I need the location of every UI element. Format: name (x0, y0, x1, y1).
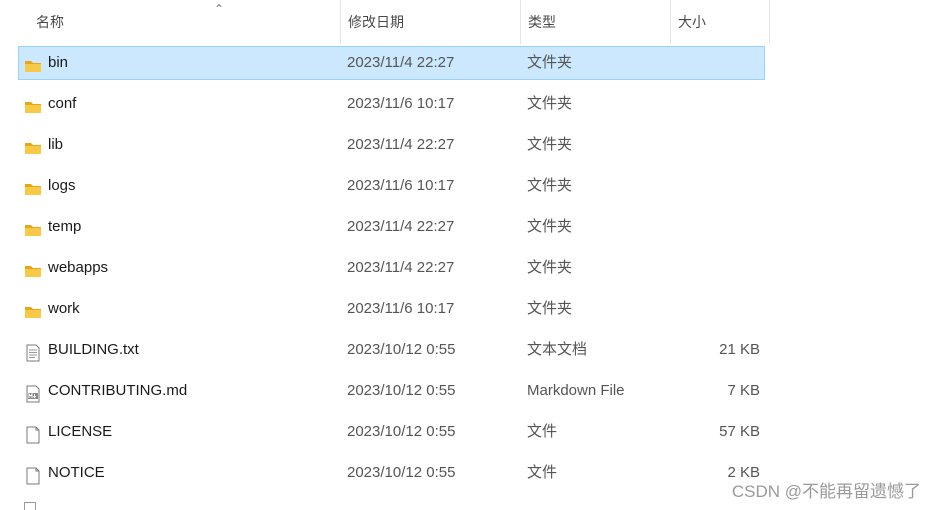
sort-ascending-icon: ⌃ (214, 2, 225, 16)
file-modified-date: 2023/11/6 10:17 (347, 177, 455, 194)
file-size: 57 KB (719, 423, 760, 440)
folder-icon (24, 54, 42, 72)
column-header-date-label: 修改日期 (348, 14, 404, 30)
file-modified-date: 2023/11/4 22:27 (347, 54, 455, 71)
file-type: 文件夹 (527, 95, 573, 112)
column-header-type[interactable]: 类型 (520, 0, 670, 44)
file-type: 文件夹 (527, 259, 573, 276)
blank-file-icon (24, 423, 42, 444)
text-document-icon (24, 341, 42, 362)
column-header-date[interactable]: 修改日期 (340, 0, 520, 44)
file-name: CONTRIBUTING.md (48, 382, 188, 399)
file-name: BUILDING.txt (48, 341, 139, 358)
column-header: 名称 ⌃ 修改日期 类型 大小 (0, 0, 770, 44)
column-header-size-label: 大小 (678, 14, 706, 30)
column-header-name[interactable]: 名称 ⌃ (36, 0, 340, 44)
folder-icon (24, 95, 42, 113)
file-modified-date: 2023/11/6 10:17 (347, 95, 455, 112)
file-modified-date: 2023/11/4 22:27 (347, 259, 455, 276)
file-row[interactable]: temp 2023/11/4 22:27 文件夹 (18, 210, 766, 251)
file-size (678, 292, 760, 326)
file-row[interactable]: CONTRIBUTING.md 2023/10/12 0:55 Markdown F… (18, 374, 766, 415)
file-size: 21 KB (719, 341, 760, 358)
file-name: bin (48, 54, 69, 71)
file-size (678, 46, 760, 80)
file-modified-date: 2023/10/12 0:55 (347, 464, 456, 481)
file-size (678, 128, 760, 162)
file-row[interactable]: logs 2023/11/6 10:17 文件夹 (18, 169, 766, 210)
file-list: bin 2023/11/4 22:27 文件夹 conf 2023/11/6 10:17… (18, 46, 766, 497)
file-modified-date: 2023/10/12 0:55 (347, 423, 456, 440)
file-name: logs (48, 177, 76, 194)
file-type: 文本文档 (527, 341, 588, 358)
file-modified-date: 2023/11/4 22:27 (347, 218, 455, 235)
file-row[interactable]: LICENSE 2023/10/12 0:55 文件 57 KB (18, 415, 766, 456)
file-name: conf (48, 95, 77, 112)
file-row[interactable]: bin 2023/11/4 22:27 文件夹 (18, 46, 766, 87)
markdown-file-icon (24, 382, 42, 403)
folder-icon (24, 136, 42, 154)
file-row[interactable]: work 2023/11/6 10:17 文件夹 (18, 292, 766, 333)
file-type: 文件 (527, 464, 558, 481)
file-size (678, 210, 760, 244)
file-row[interactable]: conf 2023/11/6 10:17 文件夹 (18, 87, 766, 128)
file-modified-date: 2023/10/12 0:55 (347, 382, 456, 399)
file-name: work (48, 300, 80, 317)
file-type: 文件 (527, 423, 558, 440)
file-size (678, 169, 760, 203)
file-type: Markdown File (527, 382, 625, 399)
blank-file-icon (24, 464, 42, 485)
file-name: lib (48, 136, 64, 153)
file-name: NOTICE (48, 464, 105, 481)
folder-icon (24, 177, 42, 195)
watermark: CSDN @不能再留遗憾了 (731, 482, 921, 501)
file-modified-date: 2023/11/6 10:17 (347, 300, 455, 317)
file-name: LICENSE (48, 423, 113, 440)
file-name: temp (48, 218, 82, 235)
file-size (678, 87, 760, 121)
folder-icon (24, 259, 42, 277)
column-header-size[interactable]: 大小 (670, 0, 770, 44)
file-size (678, 251, 760, 285)
file-type: 文件夹 (527, 300, 573, 317)
file-type: 文件夹 (527, 177, 573, 194)
file-row[interactable]: BUILDING.txt 2023/10/12 0:55 文本文档 21 KB (18, 333, 766, 374)
folder-icon (24, 218, 42, 236)
file-modified-date: 2023/11/4 22:27 (347, 136, 455, 153)
file-modified-date: 2023/10/12 0:55 (347, 341, 456, 358)
file-type: 文件夹 (527, 136, 573, 153)
file-name: webapps (48, 259, 109, 276)
file-type: 文件夹 (527, 54, 573, 71)
file-row[interactable]: webapps 2023/11/4 22:27 文件夹 (18, 251, 766, 292)
file-row[interactable]: lib 2023/11/4 22:27 文件夹 (18, 128, 766, 169)
column-header-type-label: 类型 (528, 14, 556, 30)
file-row[interactable]: NOTICE 2023/10/12 0:55 文件 2 KB (18, 456, 766, 497)
file-size: 7 KB (727, 382, 760, 399)
column-header-name-label: 名称 (36, 14, 64, 30)
folder-icon (24, 300, 42, 318)
partial-file-icon (24, 502, 36, 510)
file-type: 文件夹 (527, 218, 573, 235)
